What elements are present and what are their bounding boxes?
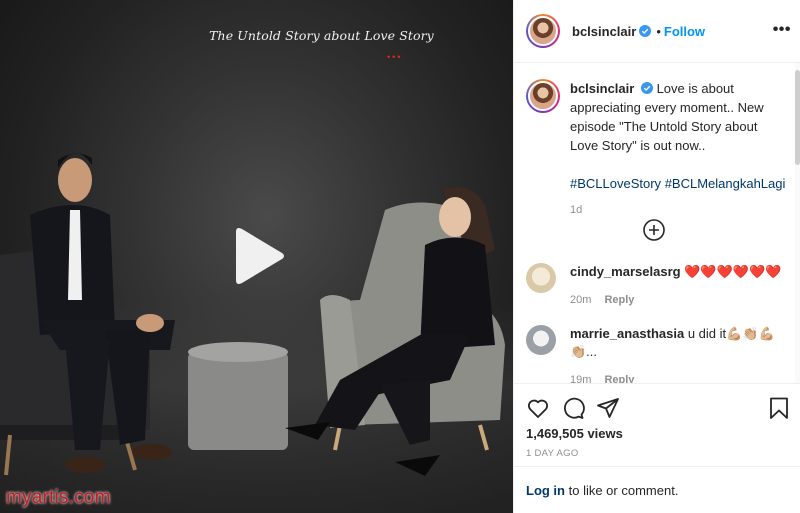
heart-icon (528, 399, 548, 418)
share-button[interactable] (596, 396, 620, 420)
video-player[interactable]: The Untold Story about Love Story ••• (0, 0, 513, 513)
caption-time: 1d (570, 204, 583, 216)
reply-button[interactable]: Reply (604, 294, 634, 306)
comment-item: marrie_anasthasia u did it💪🏼👏🏼💪🏼👏🏼... 19… (526, 325, 788, 383)
header-username[interactable]: bclsinclair (572, 24, 636, 39)
login-link[interactable]: Log in (526, 483, 565, 498)
like-button[interactable] (526, 396, 550, 420)
save-button[interactable] (767, 396, 791, 420)
caption-username[interactable]: bclsinclair (570, 81, 634, 96)
video-title: The Untold Story about Love Story (209, 28, 434, 43)
hashtag-link[interactable]: #BCLLoveStory (570, 176, 661, 191)
comment-item: cindy_marselasrg ❤️❤️❤️❤️❤️❤️ 20m Reply (526, 263, 788, 309)
verified-badge-icon (640, 82, 653, 94)
watermark: myartis.com (6, 487, 111, 508)
view-count: 1,469,505 views (526, 426, 623, 441)
header-separator: • (656, 23, 661, 39)
post-side-panel: bclsinclair • Follow ••• bclsinclair Lov… (513, 0, 800, 513)
login-prompt-text: to like or comment. (565, 483, 679, 498)
follow-button[interactable]: Follow (664, 24, 705, 39)
comment-time: 20m (570, 294, 592, 306)
post-date: 1 DAY AGO (526, 448, 579, 459)
caption-avatar[interactable] (526, 79, 560, 113)
comment-avatar[interactable] (526, 325, 556, 355)
verified-badge-icon (639, 25, 652, 37)
comment-avatar[interactable] (526, 263, 556, 293)
plus-circle-icon (643, 219, 665, 241)
post-header: bclsinclair • Follow ••• (514, 0, 800, 63)
bookmark-icon (770, 397, 788, 419)
video-title-dots: ••• (387, 52, 403, 62)
load-more-comments-button[interactable] (642, 218, 666, 242)
reply-button[interactable]: Reply (604, 374, 634, 383)
play-icon (236, 228, 284, 284)
comment-button[interactable] (561, 396, 585, 420)
comment-username[interactable]: marrie_anasthasia (570, 326, 684, 341)
comment-time: 19m (570, 374, 592, 383)
more-options-icon[interactable]: ••• (773, 22, 791, 38)
share-icon (597, 398, 619, 418)
avatar[interactable] (526, 14, 560, 48)
post-caption: bclsinclair Love is about appreciating e… (526, 79, 788, 220)
login-prompt: Log in to like or comment. (514, 466, 800, 513)
comment-icon (564, 397, 585, 419)
comment-text: ❤️❤️❤️❤️❤️❤️ (684, 264, 782, 279)
comment-username[interactable]: cindy_marselasrg (570, 264, 681, 279)
scrollbar-thumb[interactable] (795, 70, 800, 165)
hashtag-link[interactable]: #BCLMelangkahLagi (665, 176, 786, 191)
play-button[interactable] (230, 226, 286, 286)
comments-scroll-area[interactable]: bclsinclair Love is about appreciating e… (514, 63, 800, 383)
post-actions: 1,469,505 views 1 DAY AGO (514, 383, 800, 463)
caption-hashtags: #BCLLoveStory #BCLMelangkahLagi (570, 174, 788, 193)
